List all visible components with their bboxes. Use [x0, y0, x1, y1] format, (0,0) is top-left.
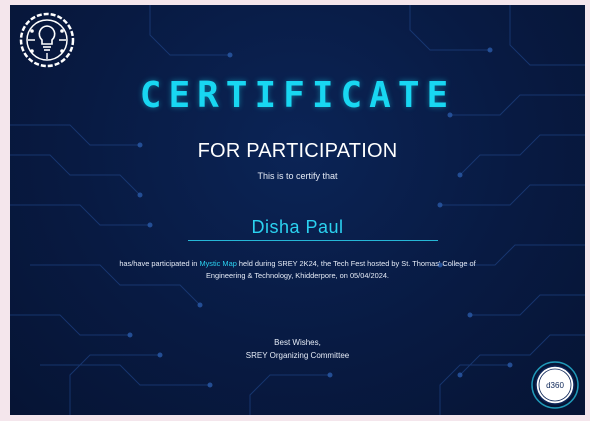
name-underline	[188, 240, 438, 241]
certificate-subtitle: FOR PARTICIPATION	[197, 140, 398, 162]
recipient-name: Disha Paul	[251, 217, 344, 237]
certificate-card: CERTIFICATE FOR PARTICIPATION This is to…	[10, 5, 585, 415]
lightbulb-gear-logo-icon	[19, 12, 75, 68]
closing-line: Best Wishes,	[274, 338, 321, 347]
statement-suffix: held during SREY 2K24, the Tech Fest hos…	[206, 259, 476, 280]
signatory-line: SREY Organizing Committee	[245, 351, 350, 360]
page-frame: CERTIFICATE FOR PARTICIPATION This is to…	[0, 0, 590, 421]
event-name: Mystic Map	[199, 259, 237, 268]
d360-badge-icon: d360	[531, 361, 579, 409]
statement-prefix: has/have participated in	[119, 259, 200, 268]
badge-label: d360	[546, 381, 564, 390]
participation-statement: has/have participated in Mystic Map held…	[110, 258, 485, 282]
certificate-title: CERTIFICATE	[139, 75, 456, 116]
certify-line: This is to certify that	[257, 171, 338, 181]
